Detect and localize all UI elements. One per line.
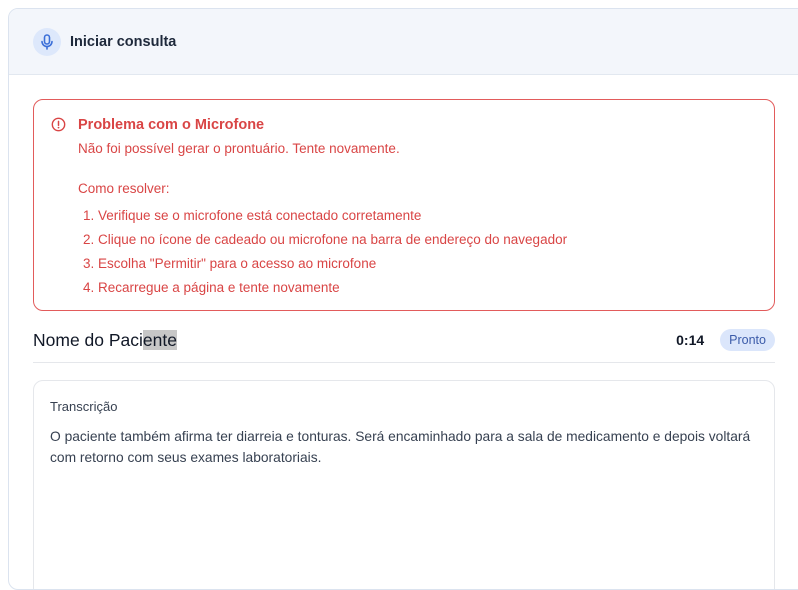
alert-circle-icon: [51, 117, 66, 137]
consultation-card: Iniciar consulta Problema com o Microfon…: [8, 8, 798, 590]
microphone-icon[interactable]: [33, 27, 61, 56]
alert-steps-title: Como resolver:: [78, 181, 170, 196]
microphone-error-alert: Problema com o Microfone Não foi possíve…: [33, 99, 775, 311]
patient-name-text: Nome do Paci: [33, 329, 143, 350]
alert-title: Problema com o Microfone: [78, 117, 265, 133]
transcription-label: Transcrição: [50, 399, 118, 414]
status-badge: Pronto: [720, 329, 775, 351]
patient-row: Nome do Paciente 0:14 Pronto: [33, 318, 775, 363]
alert-step: Recarregue a página e tente novamente: [98, 276, 756, 300]
status-group: 0:14 Pronto: [676, 329, 775, 351]
alert-step: Clique no ícone de cadeado ou microfone …: [98, 228, 756, 252]
header-title: Iniciar consulta: [70, 33, 177, 50]
alert-step: Escolha "Permitir" para o acesso ao micr…: [98, 252, 756, 276]
patient-name[interactable]: Nome do Paciente: [33, 329, 177, 351]
alert-step: Verifique se o microfone está conectado …: [98, 204, 756, 228]
card-body: Problema com o Microfone Não foi possíve…: [9, 75, 798, 589]
patient-name-selection: ente: [142, 329, 177, 350]
alert-message: Não foi possível gerar o prontuário. Ten…: [78, 141, 400, 156]
transcription-panel[interactable]: Transcrição O paciente também afirma ter…: [33, 380, 775, 589]
transcription-text[interactable]: O paciente também afirma ter diarreia e …: [50, 426, 758, 468]
recording-timer: 0:14: [676, 332, 705, 348]
card-header: Iniciar consulta: [9, 9, 798, 75]
alert-steps-list: Verifique se o microfone está conectado …: [78, 204, 756, 300]
